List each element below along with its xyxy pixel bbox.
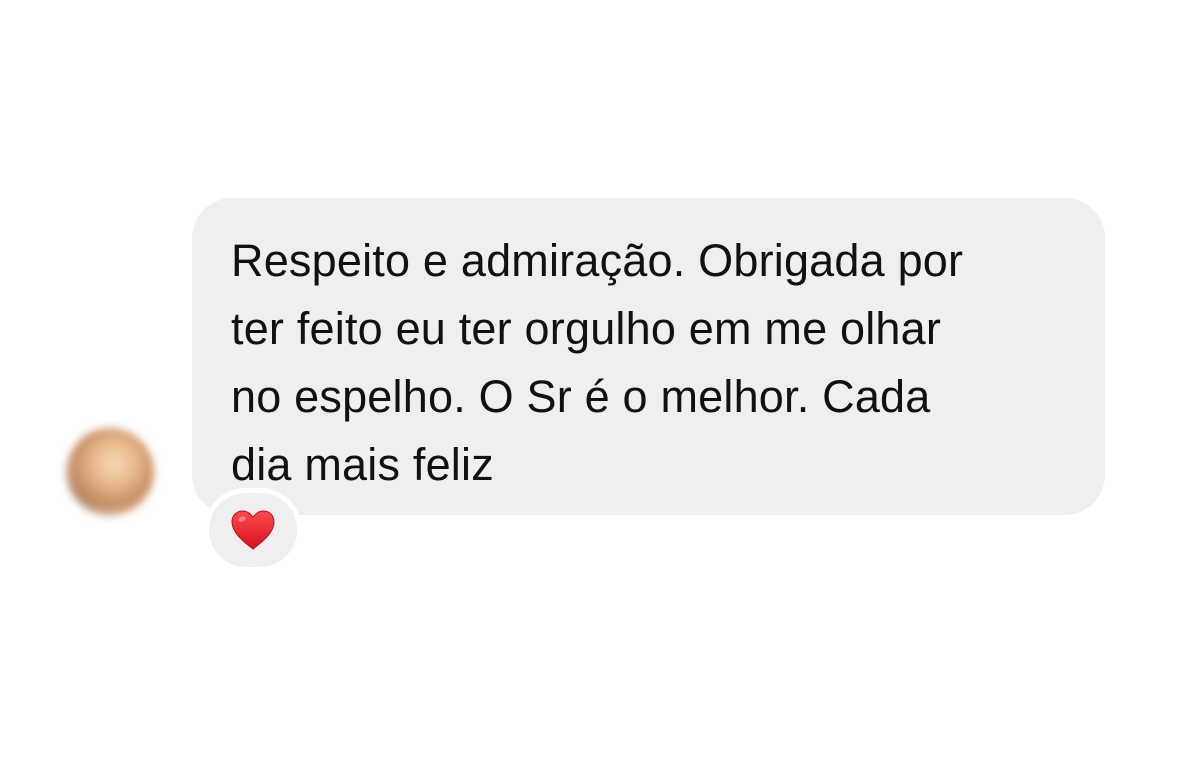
sender-avatar[interactable] <box>66 428 154 516</box>
heart-icon <box>231 510 275 550</box>
message-text: Respeito e admiração. Obrigada por ter f… <box>231 235 964 490</box>
message-bubble[interactable]: Respeito e admiração. Obrigada por ter f… <box>192 198 1105 515</box>
reaction-badge[interactable] <box>204 488 302 572</box>
